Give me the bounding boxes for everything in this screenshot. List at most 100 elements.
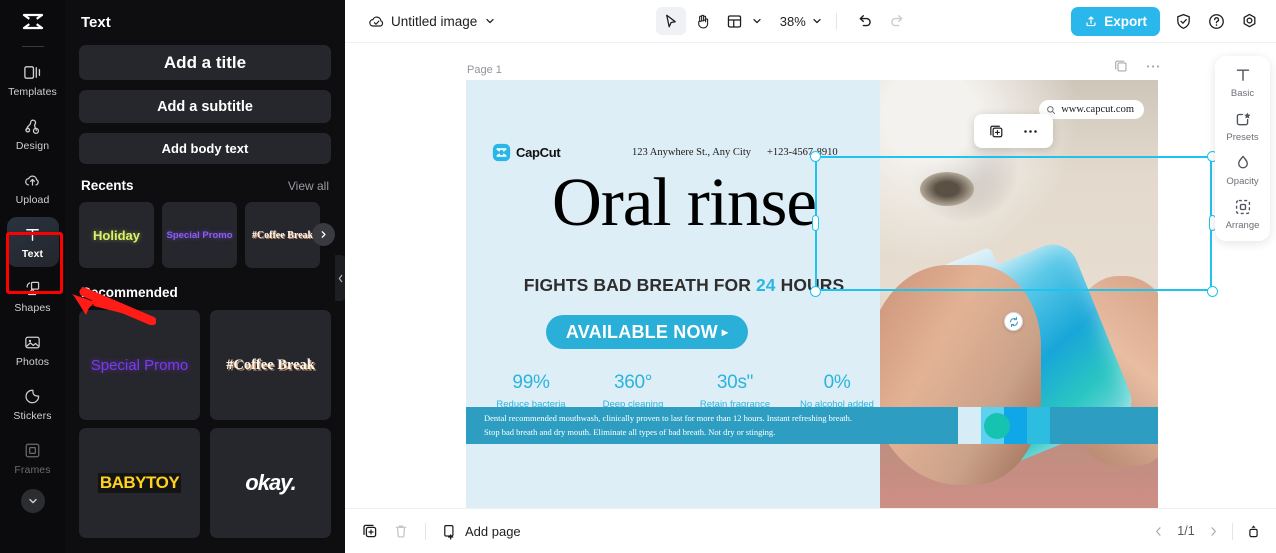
- recent-text-style-card[interactable]: Special Promo: [162, 202, 237, 268]
- sidebar-item-stickers[interactable]: Stickers: [7, 379, 59, 429]
- add-body-text-button[interactable]: Add body text: [79, 133, 331, 164]
- recommended-style-card[interactable]: Special Promo: [79, 310, 200, 420]
- chevron-down-icon: [486, 18, 494, 24]
- property-opacity[interactable]: Opacity: [1220, 153, 1266, 187]
- stickers-icon: [22, 386, 43, 407]
- design-bottom-banner[interactable]: Dental recommended mouthwash, clinically…: [466, 407, 1158, 444]
- design-artboard[interactable]: CapCut 123 Anywhere St., Any City +123-4…: [466, 80, 1158, 508]
- canvas-area[interactable]: Page 1 CapCut 123 Anywhere St., Any City…: [345, 43, 1276, 508]
- recommended-style-card[interactable]: #Coffee Break: [210, 310, 331, 420]
- more-options-icon[interactable]: [1145, 64, 1161, 69]
- bottom-toolbar: Add page 1/1: [345, 508, 1276, 553]
- search-icon: [1047, 105, 1056, 114]
- layout-tool-dropdown[interactable]: [720, 7, 765, 35]
- sidebar-item-shapes[interactable]: Shapes: [7, 271, 59, 321]
- recents-label: Recents: [81, 178, 134, 193]
- cta-arrow-icon: ▸: [721, 325, 729, 339]
- text-t-icon: [22, 224, 43, 245]
- zoom-level-dropdown[interactable]: 38%: [780, 14, 823, 29]
- panel-collapse-button[interactable]: [335, 255, 345, 301]
- sidebar-item-upload[interactable]: Upload: [7, 163, 59, 213]
- recommended-card-label: okay.: [245, 470, 296, 495]
- duplicate-page-icon[interactable]: [1113, 58, 1129, 74]
- property-basic[interactable]: Basic: [1220, 65, 1266, 99]
- property-arrange[interactable]: Arrange: [1220, 197, 1266, 231]
- recents-next-button[interactable]: [312, 223, 335, 246]
- export-upload-icon: [1086, 16, 1096, 27]
- add-page-button[interactable]: Add page: [441, 523, 521, 540]
- swatch: [1027, 407, 1050, 444]
- design-phone: +123-4567-8910: [767, 147, 838, 158]
- prev-page-button[interactable]: [1152, 525, 1165, 538]
- cursor-arrow-icon: [666, 14, 677, 27]
- sidebar-item-photos[interactable]: Photos: [7, 325, 59, 375]
- banner-text: Dental recommended mouthwash, clinically…: [466, 412, 958, 438]
- add-title-button[interactable]: Add a title: [79, 45, 331, 80]
- next-page-button[interactable]: [1207, 525, 1220, 538]
- stat-item: 360° Deep cleaning: [582, 372, 684, 410]
- select-tool-button[interactable]: [655, 7, 686, 35]
- design-url-pill: www.capcut.com: [1039, 100, 1144, 119]
- stat-value: 99%: [512, 372, 550, 393]
- photos-icon: [22, 332, 43, 353]
- page-navigation: 1/1: [1152, 522, 1262, 540]
- recommended-style-card[interactable]: BABYTOY: [79, 428, 200, 538]
- design-headline[interactable]: Oral rinse: [484, 168, 884, 237]
- page-indicator: 1/1: [1177, 524, 1195, 538]
- selection-handle-br[interactable]: [1206, 285, 1218, 297]
- recents-header: Recents View all: [81, 178, 329, 193]
- question-circle-icon[interactable]: [1201, 6, 1231, 36]
- undo-button[interactable]: [850, 7, 880, 35]
- more-options-icon[interactable]: [1022, 129, 1039, 134]
- rail-expand-button[interactable]: [20, 489, 45, 513]
- text-properties-panel: Basic Presets Opacity Arrange: [1215, 56, 1270, 241]
- duplicate-page-icon[interactable]: [361, 522, 379, 540]
- property-label: Presets: [1226, 132, 1259, 143]
- panel-title: Text: [81, 14, 111, 31]
- top-toolbar: Untitled image 38% Export: [345, 0, 1276, 43]
- layout-grid-icon: [728, 14, 742, 28]
- sidebar-item-text[interactable]: Text: [6, 217, 59, 267]
- recent-text-style-card[interactable]: Holiday: [79, 202, 154, 268]
- hand-tool-button[interactable]: [688, 7, 718, 35]
- sidebar-item-label: Upload: [15, 194, 50, 206]
- design-cta-button[interactable]: AVAILABLE NOW ▸: [546, 315, 748, 349]
- main-area: Untitled image 38% Export Page 1 CapCut …: [345, 0, 1276, 553]
- document-name-dropdown[interactable]: Untitled image: [391, 14, 496, 29]
- recommended-card-label: BABYTOY: [97, 473, 182, 493]
- sidebar-item-label: Design: [15, 140, 50, 152]
- recent-text-style-card[interactable]: #Coffee Break: [245, 202, 320, 268]
- design-stats-row: 99% Reduce bacteria 360° Deep cleaning 3…: [480, 372, 888, 410]
- recent-card-label: Holiday: [93, 227, 140, 243]
- recent-card-label: #Coffee Break: [251, 229, 314, 241]
- capcut-editor-window: Templates Design Upload Text Shapes Phot…: [0, 0, 1276, 553]
- rotate-handle-icon[interactable]: [1004, 312, 1023, 331]
- design-url-text: www.capcut.com: [1061, 104, 1134, 115]
- capcut-badge-icon: [492, 143, 511, 162]
- add-subtitle-button[interactable]: Add a subtitle: [79, 90, 331, 123]
- export-button[interactable]: Export: [1071, 6, 1160, 36]
- gear-icon[interactable]: [1234, 6, 1264, 36]
- trash-icon[interactable]: [392, 522, 410, 540]
- zoom-level-value: 38%: [779, 13, 806, 29]
- sidebar-item-frames[interactable]: Frames: [7, 433, 59, 483]
- add-page-label: Add page: [465, 523, 521, 539]
- chevron-down-icon: [813, 18, 821, 24]
- chevron-down-icon: [753, 18, 761, 24]
- photo-hand-left: [880, 265, 1041, 485]
- cloud-saved-icon[interactable]: [361, 6, 391, 36]
- duplicate-icon[interactable]: [988, 123, 1005, 140]
- expand-panel-icon[interactable]: [1245, 523, 1262, 540]
- sidebar-item-design[interactable]: Design: [7, 109, 59, 159]
- capcut-logo-icon[interactable]: [16, 6, 50, 40]
- recommended-style-card[interactable]: okay.: [210, 428, 331, 538]
- sidebar-item-templates[interactable]: Templates: [7, 55, 59, 105]
- page-tools: [1113, 58, 1161, 74]
- design-subheadline[interactable]: FIGHTS BAD BREATH FOR 24 HOURS: [484, 275, 884, 296]
- shield-check-icon[interactable]: [1168, 6, 1198, 36]
- text-panel: Text Add a title Add a subtitle Add body…: [65, 0, 345, 553]
- view-all-link[interactable]: View all: [288, 179, 329, 193]
- bottom-divider-right: [1232, 522, 1233, 540]
- redo-button[interactable]: [882, 7, 912, 35]
- property-presets[interactable]: Presets: [1220, 109, 1266, 143]
